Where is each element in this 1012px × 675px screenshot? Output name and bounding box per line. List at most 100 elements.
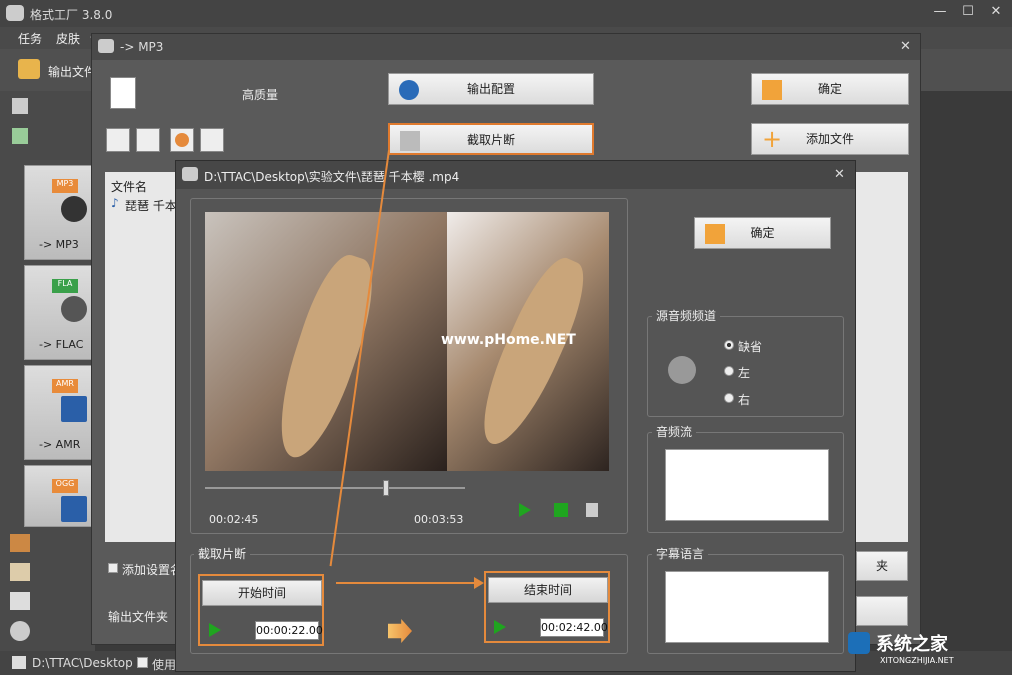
- channel-default-radio[interactable]: [724, 340, 734, 350]
- trim-confirm-button[interactable]: 确定: [694, 217, 831, 249]
- menu-task[interactable]: 任务: [18, 30, 42, 47]
- filelist-header: 文件名: [111, 180, 148, 194]
- trim-dialog-close-button[interactable]: ✕: [834, 167, 845, 182]
- end-time-input[interactable]: 00:02:42.00: [540, 618, 608, 637]
- subtitle-list[interactable]: [665, 571, 829, 643]
- use-checkbox[interactable]: [137, 657, 148, 668]
- seek-handle[interactable]: [383, 480, 389, 496]
- output-config-button[interactable]: 输出配置: [388, 73, 594, 105]
- change-folder-button[interactable]: 夹: [856, 551, 908, 581]
- format-label: -> MP3: [39, 238, 79, 251]
- format-badge: FLA: [52, 279, 78, 293]
- image-category-icon[interactable]: [10, 534, 30, 552]
- format-label: -> AMR: [39, 438, 81, 451]
- channel-left-radio[interactable]: [724, 366, 734, 376]
- mp3-confirm-label: 确定: [817, 82, 842, 96]
- gear-icon: [399, 80, 419, 100]
- channel-right-label: 右: [738, 393, 751, 407]
- channel-right-radio[interactable]: [724, 393, 734, 403]
- seek-bar[interactable]: [205, 487, 465, 489]
- start-time-button[interactable]: 开始时间: [202, 580, 322, 606]
- play-preview-button[interactable]: [170, 128, 194, 152]
- folder-icon: [18, 59, 40, 79]
- trim-confirm-label: 确定: [750, 226, 775, 240]
- mute-icon[interactable]: [586, 503, 598, 517]
- app-logo-icon: [182, 167, 198, 181]
- start-time-label: 开始时间: [237, 586, 286, 600]
- video-watermark: www.pHome.NET: [441, 332, 576, 348]
- annotation-arrowhead: [474, 577, 484, 589]
- plus-icon: +: [762, 125, 783, 153]
- start-time-input[interactable]: 00:00:22.00: [255, 621, 323, 640]
- end-time-label: 结束时间: [523, 583, 572, 597]
- play-icon[interactable]: [519, 503, 531, 517]
- maximize-button[interactable]: ☐: [958, 4, 978, 22]
- mp3-dialog-close-button[interactable]: ✕: [900, 39, 911, 54]
- subtitle-legend: 字幕语言: [652, 545, 709, 562]
- mp3-dialog-titlebar: -> MP3 ✕: [92, 34, 920, 60]
- channel-left-label: 左: [738, 366, 751, 380]
- laptop-icon: [61, 396, 87, 422]
- open-folder-button[interactable]: [856, 596, 908, 626]
- rom-device-icon[interactable]: [10, 592, 30, 610]
- trim-dialog-title: D:\TTAC\Desktop\实验文件\琵琶 千本樱 .mp4: [204, 170, 460, 184]
- add-setting-label: 添加设置名: [122, 563, 183, 577]
- media-info-button[interactable]: [200, 128, 224, 152]
- video-category-icon[interactable]: [12, 98, 28, 114]
- channel-default-label: 缺省: [738, 340, 763, 354]
- arrow-right-icon: [705, 224, 725, 244]
- add-file-button[interactable]: + 添加文件: [751, 123, 909, 155]
- video-preview: www.pHome.NET: [205, 212, 609, 471]
- watermark-title: 系统之家: [876, 634, 948, 655]
- output-folder-label: 输出文件夹: [108, 610, 169, 624]
- source-channel-legend: 源音频频道: [652, 307, 721, 324]
- format-label: -> FLAC: [39, 338, 84, 351]
- stop-icon[interactable]: [554, 503, 568, 517]
- arrow-right-icon: [762, 80, 782, 100]
- watermark-sub: XITONGZHIJIA.NET: [880, 656, 954, 665]
- mp3-dialog-title: -> MP3: [120, 40, 164, 54]
- audio-stream-legend: 音频流: [652, 423, 697, 440]
- audio-stream-list[interactable]: [665, 449, 829, 521]
- end-time-button[interactable]: 结束时间: [488, 577, 608, 603]
- status-path: D:\TTAC\Desktop: [32, 656, 133, 670]
- remove-file-button[interactable]: [106, 128, 130, 152]
- mp3-file-icon: [110, 77, 136, 109]
- clear-list-button[interactable]: [136, 128, 160, 152]
- filelist-item[interactable]: 琵琶 千本: [125, 197, 177, 214]
- play-icon[interactable]: [494, 620, 506, 634]
- watermark-logo-icon: [848, 632, 870, 654]
- minimize-button[interactable]: —: [930, 4, 950, 22]
- format-badge: OGG: [52, 479, 78, 493]
- use-checkbox-label: 使用: [152, 658, 177, 672]
- trim-dialog: D:\TTAC\Desktop\实验文件\琵琶 千本樱 .mp4 ✕ www.p…: [175, 160, 856, 672]
- change-folder-label: 夹: [875, 559, 888, 573]
- app-title: 格式工厂 3.8.0: [30, 8, 113, 22]
- music-note-icon: ♪: [111, 196, 119, 210]
- menu-skin[interactable]: 皮肤: [56, 30, 80, 47]
- output-folder-label[interactable]: 输出文件: [48, 63, 96, 80]
- utilities-icon[interactable]: [10, 621, 30, 641]
- add-file-label: 添加文件: [805, 132, 854, 146]
- mp3-confirm-button[interactable]: 确定: [751, 73, 909, 105]
- trim-dialog-titlebar: D:\TTAC\Desktop\实验文件\琵琶 千本樱 .mp4 ✕: [176, 161, 855, 189]
- speaker-icon: [668, 356, 696, 384]
- output-config-label: 输出配置: [466, 82, 515, 96]
- play-icon[interactable]: [209, 623, 221, 637]
- audio-category-icon[interactable]: [12, 128, 28, 144]
- speaker-icon: [61, 196, 87, 222]
- trim-button[interactable]: 截取片断: [388, 123, 594, 155]
- document-category-icon[interactable]: [10, 563, 30, 581]
- trim-group-legend: 截取片断: [194, 545, 251, 562]
- music-note-icon: [61, 496, 87, 522]
- format-badge: MP3: [52, 179, 78, 193]
- total-time: 00:03:53: [414, 513, 464, 526]
- annotation-arrow: [336, 582, 481, 584]
- headphones-icon: [61, 296, 87, 322]
- current-time: 00:02:45: [209, 513, 259, 526]
- close-button[interactable]: ✕: [986, 4, 1006, 22]
- folder-icon[interactable]: [12, 656, 26, 669]
- film-scissors-icon: [400, 131, 420, 151]
- add-setting-checkbox[interactable]: [108, 563, 118, 573]
- format-badge: AMR: [52, 379, 78, 393]
